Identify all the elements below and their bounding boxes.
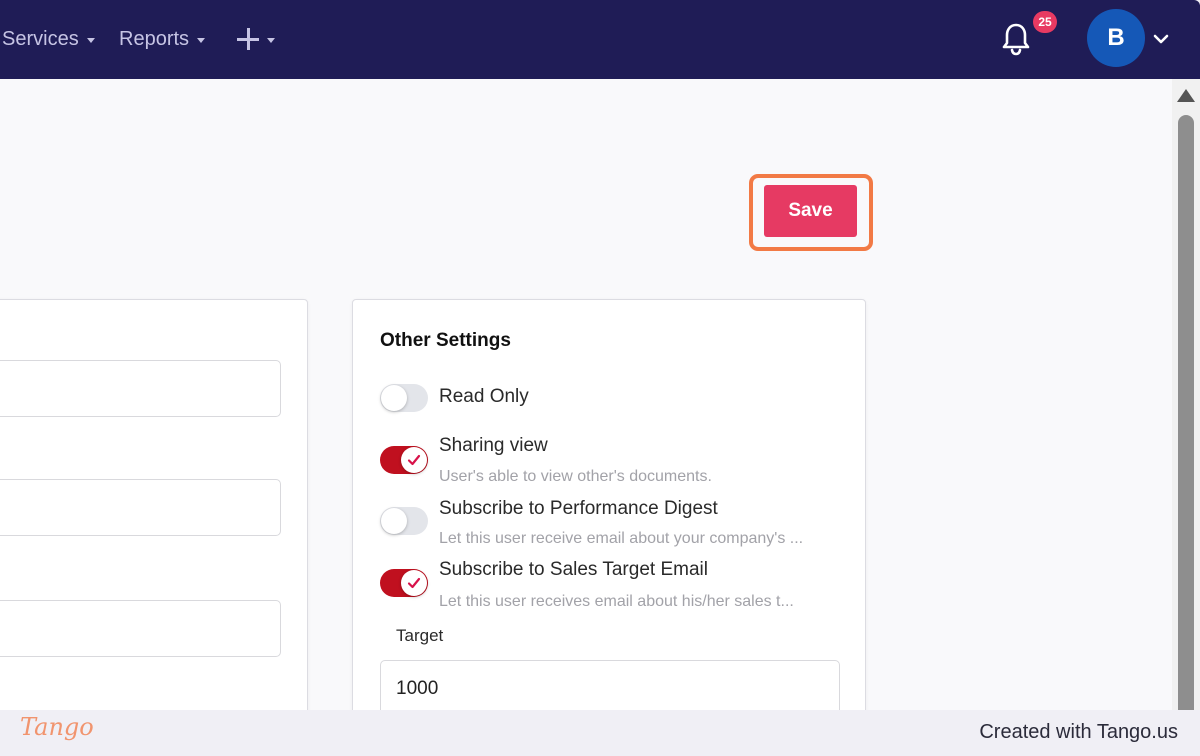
nav-item-label: Services: [2, 27, 79, 50]
notification-count-badge: 25: [1033, 11, 1057, 33]
sales-target-email-label: Subscribe to Sales Target Email: [439, 559, 708, 580]
read-only-label: Read Only: [439, 386, 529, 407]
chevron-down-icon[interactable]: [1152, 30, 1170, 48]
read-only-toggle[interactable]: [380, 384, 428, 412]
other-settings-title: Other Settings: [380, 330, 511, 351]
plus-icon: [237, 28, 259, 50]
profile-field-2[interactable]: [0, 479, 281, 536]
nav-create-button[interactable]: [237, 25, 275, 53]
screenshot-frame: Services Reports 25 B Save Other Setting…: [0, 0, 1200, 756]
caret-down-icon: [197, 37, 206, 43]
app-viewport: Services Reports 25 B Save Other Setting…: [0, 0, 1200, 710]
caret-down-icon: [86, 37, 95, 43]
sharing-view-description: User's able to view other's documents.: [439, 468, 712, 485]
target-label: Target: [396, 626, 444, 645]
profile-field-1[interactable]: [0, 360, 281, 417]
user-avatar[interactable]: B: [1087, 9, 1145, 67]
notifications-button[interactable]: [1000, 22, 1032, 56]
sharing-view-label: Sharing view: [439, 435, 548, 456]
toggle-knob: [401, 447, 427, 473]
checkmark-icon: [407, 454, 421, 466]
target-input[interactable]: [380, 660, 840, 710]
performance-digest-toggle[interactable]: [380, 507, 428, 535]
toggle-knob: [401, 570, 427, 596]
save-button[interactable]: Save: [764, 185, 857, 237]
performance-digest-description: Let this user receive email about your c…: [439, 530, 804, 547]
tango-logo: Tango: [20, 713, 94, 741]
toggle-knob: [381, 508, 407, 534]
profile-field-3[interactable]: [0, 600, 281, 657]
scroll-up-arrow-icon[interactable]: [1177, 89, 1195, 102]
nav-item-label: Reports: [119, 27, 190, 50]
caret-down-icon: [267, 37, 275, 43]
bell-icon: [1002, 23, 1030, 56]
sales-target-email-description: Let this user receives email about his/h…: [439, 593, 794, 610]
tango-credit: Created with Tango.us: [979, 721, 1178, 743]
nav-item-reports[interactable]: Reports: [119, 25, 206, 53]
sales-target-email-toggle[interactable]: [380, 569, 428, 597]
nav-item-services[interactable]: Services: [2, 25, 95, 53]
toggle-knob: [381, 385, 407, 411]
scrollbar-thumb[interactable]: [1178, 115, 1194, 710]
checkmark-icon: [407, 577, 421, 589]
top-navigation-bar: Services Reports 25 B: [0, 0, 1200, 79]
sharing-view-toggle[interactable]: [380, 446, 428, 474]
performance-digest-label: Subscribe to Performance Digest: [439, 498, 718, 519]
